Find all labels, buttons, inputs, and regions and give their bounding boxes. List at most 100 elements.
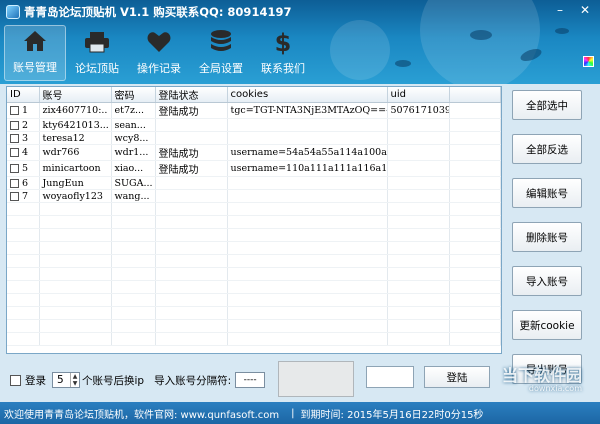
- cell-account: wdr766: [39, 144, 112, 161]
- fish-decoration: [470, 30, 492, 40]
- table-row[interactable]: 6 JungEun SUGA...: [7, 176, 501, 190]
- close-icon[interactable]: ✕: [574, 2, 596, 18]
- table-row[interactable]: 2 kty6421013... sean...: [7, 118, 501, 132]
- side-button-panel: 全部选中 全部反选 编辑账号 删除账号 导入账号 更新cookie 导出账号: [512, 90, 586, 398]
- cell-id: 4: [22, 147, 29, 158]
- status-bar: 欢迎使用青青岛论坛顶贴机，软件官网: www.qunfasoft.com | 到…: [0, 402, 600, 424]
- column-header[interactable]: 账号: [39, 87, 112, 103]
- toolbar-contact-us[interactable]: $ 联系我们: [252, 25, 314, 81]
- select-all-button[interactable]: 全部选中: [512, 90, 582, 120]
- column-header[interactable]: 登陆状态: [155, 87, 228, 103]
- account-table: ID 账号 密码 登陆状态 cookies uid 1 zix4607710:.…: [7, 87, 501, 346]
- fish-decoration: [395, 60, 411, 67]
- cell-id: 7: [22, 190, 29, 202]
- cell-uid: [387, 144, 450, 161]
- home-icon: [20, 27, 50, 55]
- row-checkbox[interactable]: [10, 106, 19, 115]
- table-row[interactable]: 5 minicartoon xiao... 登陆成功 username=110a…: [7, 160, 501, 177]
- background-bubble: [420, 0, 540, 84]
- cell-cookies: username=54a54a55a114a100a11...: [227, 144, 388, 161]
- cell-status: [155, 118, 228, 132]
- cell-password: xiao...: [111, 160, 156, 177]
- cell-password: wdr1...: [111, 144, 156, 161]
- delete-account-button[interactable]: 删除账号: [512, 222, 582, 252]
- watermark-sub: downxia.com: [528, 384, 582, 393]
- toolbar-operation-log[interactable]: 操作记录: [128, 25, 190, 81]
- minimize-icon[interactable]: –: [549, 2, 571, 18]
- edit-account-button[interactable]: 编辑账号: [512, 178, 582, 208]
- cell-cookies: [227, 189, 388, 203]
- chevron-down-icon[interactable]: ▼: [71, 380, 79, 387]
- stepper-arrows[interactable]: ▲ ▼: [70, 373, 79, 387]
- cell-cookies: [227, 118, 388, 132]
- app-icon: [6, 5, 20, 19]
- table-row[interactable]: 4 wdr766 wdr1... 登陆成功 username=54a54a55a…: [7, 144, 501, 161]
- empty-row: [7, 280, 501, 294]
- title-bar: 青青岛论坛顶贴机 V1.1 购买联系QQ: 80914197: [6, 3, 291, 21]
- toolbar-forum-bump[interactable]: 论坛顶贴: [66, 25, 128, 81]
- table-row[interactable]: 3 teresa12 wcy8...: [7, 131, 501, 145]
- cell-id: 6: [22, 177, 29, 189]
- cell-password: sean...: [111, 118, 156, 132]
- empty-row: [7, 228, 501, 242]
- empty-row: [7, 332, 501, 346]
- table-row[interactable]: 7 woyaofly123 wang...: [7, 189, 501, 203]
- table-row[interactable]: 1 zix4607710:.. et7z... 登陆成功 tgc=TGT-NTA…: [7, 102, 501, 119]
- main-toolbar: 账号管理 论坛顶贴 操作记录 全局设置 $ 联系我们: [4, 25, 314, 81]
- cell-id: 5: [22, 163, 29, 174]
- separator-input[interactable]: ----: [235, 372, 266, 388]
- database-icon: [206, 28, 236, 56]
- account-count-stepper[interactable]: 5 ▲ ▼: [52, 372, 80, 388]
- column-header[interactable]: 密码: [111, 87, 156, 103]
- toolbar-label: 论坛顶贴: [75, 62, 119, 75]
- svg-text:$: $: [275, 29, 292, 55]
- row-checkbox[interactable]: [10, 148, 19, 157]
- separator-label: 导入账号分隔符:: [154, 374, 232, 387]
- chevron-up-icon[interactable]: ▲: [71, 373, 79, 380]
- cell-uid: 5076171039: [387, 102, 450, 119]
- stepper-value: 5: [57, 374, 64, 386]
- cell-password: et7z...: [111, 102, 156, 119]
- cell-cookies: tgc=TGT-NTA3NjE3MTAzOQ==-140...: [227, 102, 388, 119]
- cell-status: 登陆成功: [155, 102, 228, 119]
- cell-account: kty6421013...: [39, 118, 112, 132]
- toolbar-account-manage[interactable]: 账号管理: [4, 25, 66, 81]
- main-panel: ID 账号 密码 登陆状态 cookies uid 1 zix4607710:.…: [0, 84, 600, 402]
- toolbar-label: 全局设置: [199, 62, 243, 75]
- cell-password: wcy8...: [111, 131, 156, 145]
- login-button[interactable]: 登陆: [424, 366, 490, 388]
- update-cookie-button[interactable]: 更新cookie: [512, 310, 582, 340]
- cell-account: JungEun: [39, 176, 112, 190]
- toolbar-global-settings[interactable]: 全局设置: [190, 25, 252, 81]
- skin-icon[interactable]: [583, 56, 594, 67]
- cell-account: woyaofly123: [39, 189, 112, 203]
- column-header[interactable]: uid: [387, 87, 450, 103]
- empty-row: [7, 241, 501, 255]
- dollar-icon: $: [268, 28, 298, 56]
- cell-uid: [387, 131, 450, 145]
- row-checkbox[interactable]: [10, 120, 19, 130]
- cell-status: [155, 176, 228, 190]
- row-checkbox[interactable]: [10, 164, 19, 173]
- captcha-input[interactable]: [366, 366, 414, 388]
- cell-account: teresa12: [39, 131, 112, 145]
- background-bubble: [330, 20, 390, 80]
- heart-icon: [144, 28, 174, 56]
- empty-row: [7, 254, 501, 268]
- column-header[interactable]: cookies: [227, 87, 388, 103]
- import-account-button[interactable]: 导入账号: [512, 266, 582, 296]
- cell-status: 登陆成功: [155, 144, 228, 161]
- cell-password: wang...: [111, 189, 156, 203]
- cell-uid: [387, 118, 450, 132]
- invert-selection-button[interactable]: 全部反选: [512, 134, 582, 164]
- cell-account: zix4607710:..: [39, 102, 112, 119]
- row-checkbox[interactable]: [10, 191, 19, 201]
- row-checkbox[interactable]: [10, 133, 19, 143]
- cell-password: SUGA...: [111, 176, 156, 190]
- row-checkbox[interactable]: [10, 178, 19, 188]
- table-header: ID 账号 密码 登陆状态 cookies uid: [7, 87, 501, 103]
- watermark: 当下软件园 downxia.com: [502, 362, 582, 393]
- login-checkbox[interactable]: [10, 374, 21, 386]
- column-header[interactable]: ID: [7, 87, 40, 103]
- cell-status: [155, 131, 228, 145]
